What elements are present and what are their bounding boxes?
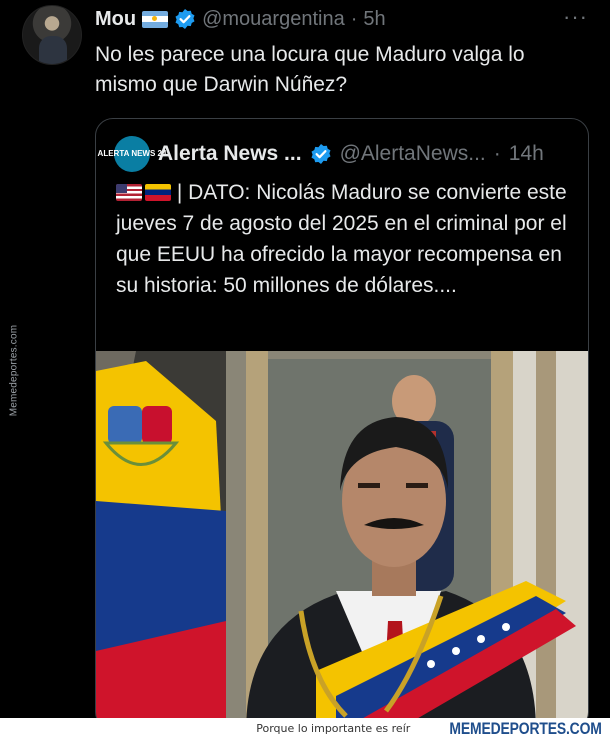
- header-separator: ·: [350, 7, 358, 30]
- quoted-separator: ·: [493, 142, 501, 165]
- footer-watermark: Porque lo importante es reír MEMEDEPORTE…: [0, 718, 610, 739]
- verified-badge-icon: [175, 9, 195, 29]
- tweet[interactable]: Mou @mouargentina · 5h ··· No les parece…: [0, 0, 610, 730]
- author-handle[interactable]: @mouargentina: [202, 8, 345, 31]
- more-options-icon[interactable]: ···: [563, 4, 588, 30]
- flag-venezuela-icon: [145, 184, 171, 201]
- quoted-avatar[interactable]: ALERTA NEWS 24: [98, 136, 166, 172]
- quoted-author-name[interactable]: Alerta News ...: [158, 142, 302, 166]
- footer-tagline: Porque lo importante es reír: [256, 722, 411, 735]
- quoted-text: | DATO: Nicolás Maduro se convierte este…: [116, 181, 567, 297]
- verified-badge-icon: [311, 144, 331, 164]
- tweet-time[interactable]: 5h: [363, 8, 385, 31]
- tweet-header: Mou @mouargentina · 5h: [95, 6, 386, 32]
- quoted-text-block: | DATO: Nicolás Maduro se convierte este…: [116, 177, 576, 301]
- quoted-photo[interactable]: [96, 351, 588, 729]
- footer-site-logo: MEMEDEPORTES.COM: [449, 718, 602, 738]
- tweet-text: No les parece una locura que Maduro valg…: [95, 43, 525, 96]
- quoted-tweet[interactable]: ALERTA NEWS 24 Alerta News ... @AlertaNe…: [95, 118, 589, 730]
- flag-usa-icon: [116, 184, 142, 201]
- quoted-time[interactable]: 14h: [509, 142, 544, 166]
- author-name[interactable]: Mou: [95, 8, 136, 31]
- quoted-author-handle[interactable]: @AlertaNews...: [340, 142, 486, 166]
- flag-argentina-icon: [142, 10, 169, 28]
- quoted-header: ALERTA NEWS 24 Alerta News ... @AlertaNe…: [98, 136, 544, 172]
- author-avatar[interactable]: [22, 5, 82, 65]
- portrait-image: [96, 351, 588, 729]
